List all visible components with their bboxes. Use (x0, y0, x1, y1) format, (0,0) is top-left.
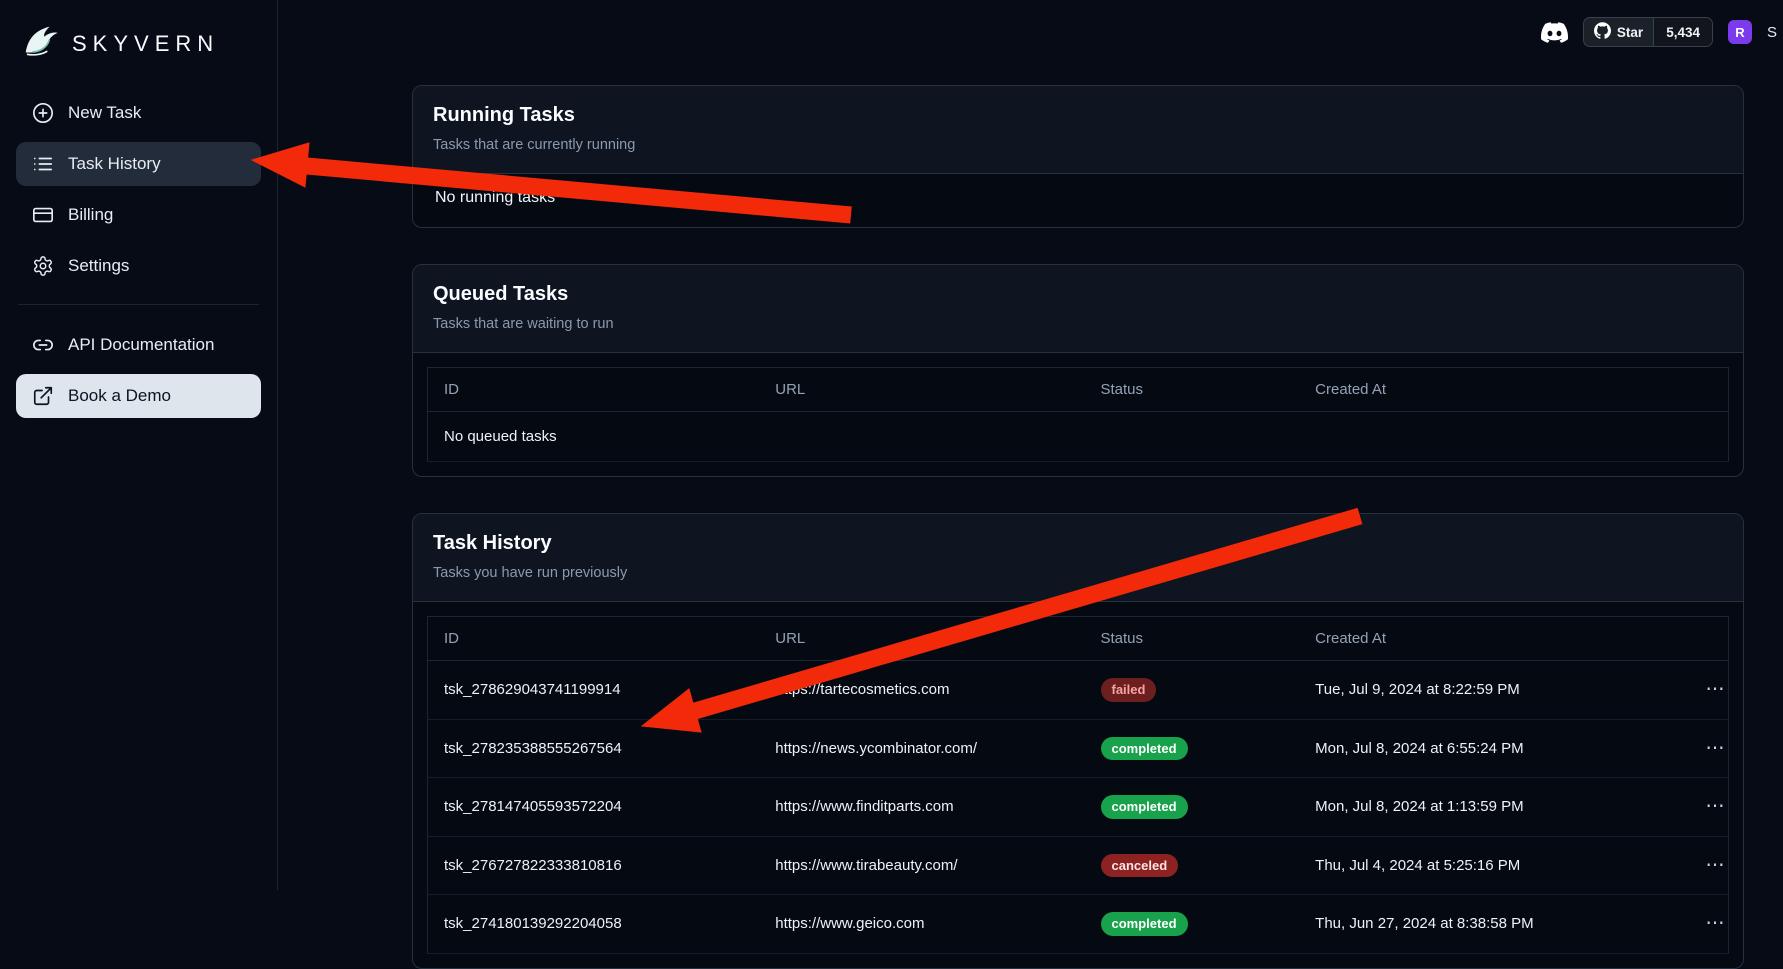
link-icon (32, 334, 54, 356)
row-more-icon[interactable]: ⋯ (1705, 796, 1726, 817)
task-url: https://news.ycombinator.com/ (759, 719, 1084, 778)
col-header-status: Status (1085, 617, 1300, 661)
sidebar-item-label: Settings (68, 256, 129, 276)
sidebar-item-label: Task History (68, 154, 161, 174)
list-icon (32, 153, 54, 175)
col-header-url: URL (759, 617, 1084, 661)
col-header-created-at: Created At (1299, 617, 1689, 661)
col-header-id: ID (428, 368, 760, 412)
logo: SKYVERN (16, 14, 261, 91)
sidebar-divider (18, 304, 259, 305)
task-history-card: Task History Tasks you have run previous… (412, 513, 1744, 969)
queued-tasks-empty: No queued tasks (428, 412, 1729, 462)
credit-card-icon (32, 204, 54, 226)
card-title: Queued Tasks (433, 283, 1723, 306)
external-link-icon (32, 385, 54, 407)
sidebar-nav: New Task Task History Billing Settings (16, 91, 261, 288)
sidebar-item-task-history[interactable]: Task History (16, 142, 261, 186)
plus-circle-icon (32, 102, 54, 124)
task-created-at: Tue, Jul 9, 2024 at 8:22:59 PM (1299, 661, 1689, 720)
row-more-icon[interactable]: ⋯ (1705, 679, 1726, 700)
col-header-url: URL (759, 368, 1084, 412)
table-header-row: ID URL Status Created At (428, 368, 1729, 412)
task-id: tsk_278147405593572204 (428, 778, 760, 837)
sidebar-item-label: New Task (68, 103, 141, 123)
github-star-count: 5,434 (1653, 18, 1712, 46)
col-header-created-at: Created At (1299, 368, 1689, 412)
avatar[interactable]: R (1728, 20, 1752, 44)
sidebar-secondary-nav: API Documentation Book a Demo (16, 323, 261, 418)
task-id: tsk_276727822333810816 (428, 836, 760, 895)
running-tasks-card: Running Tasks Tasks that are currently r… (412, 85, 1744, 228)
status-badge: completed (1101, 795, 1188, 819)
task-history-header: Task History Tasks you have run previous… (413, 514, 1743, 602)
discord-icon[interactable] (1541, 19, 1568, 46)
task-row[interactable]: tsk_278147405593572204 https://www.findi… (428, 778, 1729, 837)
sidebar-item-billing[interactable]: Billing (16, 193, 261, 237)
gear-icon (32, 255, 54, 277)
task-url: https://www.tirabeauty.com/ (759, 836, 1084, 895)
task-created-at: Mon, Jul 8, 2024 at 1:13:59 PM (1299, 778, 1689, 837)
task-url: https://www.finditparts.com (759, 778, 1084, 837)
queued-tasks-card: Queued Tasks Tasks that are waiting to r… (412, 264, 1744, 477)
task-id: tsk_274180139292204058 (428, 895, 760, 954)
profile-clipped-text: S (1767, 24, 1777, 41)
status-badge: canceled (1101, 854, 1179, 878)
queued-tasks-table: ID URL Status Created At No queued tasks (427, 367, 1729, 462)
task-id: tsk_278235388555267564 (428, 719, 760, 778)
row-more-icon[interactable]: ⋯ (1705, 855, 1726, 876)
github-star-button[interactable]: Star 5,434 (1583, 17, 1713, 47)
table-header-row: ID URL Status Created At (428, 617, 1729, 661)
sidebar-item-api-documentation[interactable]: API Documentation (16, 323, 261, 367)
task-created-at: Thu, Jul 4, 2024 at 5:25:16 PM (1299, 836, 1689, 895)
task-row[interactable]: tsk_278235388555267564 https://news.ycom… (428, 719, 1729, 778)
logo-text: SKYVERN (72, 31, 219, 57)
main-content: Star 5,434 R S Running Tasks Tasks that … (278, 0, 1783, 890)
running-tasks-header: Running Tasks Tasks that are currently r… (413, 86, 1743, 174)
skyvern-dragon-icon (20, 20, 62, 67)
status-badge: completed (1101, 737, 1188, 761)
sidebar: SKYVERN New Task Task History Billing (0, 0, 278, 890)
row-more-icon[interactable]: ⋯ (1705, 738, 1726, 759)
topbar: Star 5,434 R S (1541, 17, 1777, 47)
sidebar-item-label: Billing (68, 205, 113, 225)
sidebar-item-new-task[interactable]: New Task (16, 91, 261, 135)
queued-tasks-header: Queued Tasks Tasks that are waiting to r… (413, 265, 1743, 353)
card-title: Running Tasks (433, 104, 1723, 127)
task-id: tsk_278629043741199914 (428, 661, 760, 720)
task-row[interactable]: tsk_276727822333810816 https://www.tirab… (428, 836, 1729, 895)
col-header-actions (1689, 617, 1728, 661)
task-url: https://www.geico.com (759, 895, 1084, 954)
empty-row: No queued tasks (428, 412, 1729, 462)
col-header-actions (1689, 368, 1728, 412)
row-more-icon[interactable]: ⋯ (1705, 913, 1726, 934)
card-subtitle: Tasks you have run previously (433, 565, 1723, 581)
task-row[interactable]: tsk_274180139292204058 https://www.geico… (428, 895, 1729, 954)
github-star-label: Star (1617, 25, 1643, 40)
sidebar-item-label: API Documentation (68, 335, 214, 355)
task-history-table: ID URL Status Created At tsk_27862904374… (427, 616, 1729, 954)
task-created-at: Thu, Jun 27, 2024 at 8:38:58 PM (1299, 895, 1689, 954)
task-created-at: Mon, Jul 8, 2024 at 6:55:24 PM (1299, 719, 1689, 778)
sidebar-item-settings[interactable]: Settings (16, 244, 261, 288)
status-badge: failed (1101, 678, 1157, 702)
sidebar-item-label: Book a Demo (68, 386, 171, 406)
card-subtitle: Tasks that are currently running (433, 137, 1723, 153)
app-root: SKYVERN New Task Task History Billing (0, 0, 1783, 890)
task-url: https://tartecosmetics.com (759, 661, 1084, 720)
card-subtitle: Tasks that are waiting to run (433, 316, 1723, 332)
status-badge: completed (1101, 912, 1188, 936)
cards-column: Running Tasks Tasks that are currently r… (412, 85, 1744, 969)
task-row[interactable]: tsk_278629043741199914 https://tartecosm… (428, 661, 1729, 720)
card-title: Task History (433, 532, 1723, 555)
col-header-status: Status (1085, 368, 1300, 412)
github-icon (1594, 22, 1611, 42)
col-header-id: ID (428, 617, 760, 661)
sidebar-item-book-a-demo[interactable]: Book a Demo (16, 374, 261, 418)
running-tasks-empty: No running tasks (413, 174, 1743, 227)
